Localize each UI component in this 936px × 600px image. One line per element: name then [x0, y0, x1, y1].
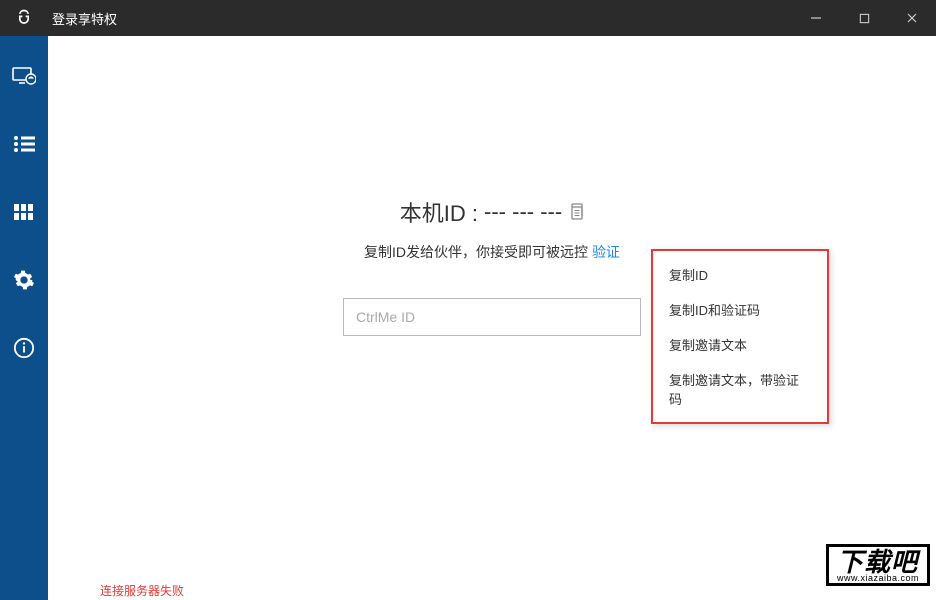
- context-menu: 复制ID 复制ID和验证码 复制邀请文本 复制邀请文本，带验证码: [651, 249, 829, 424]
- watermark: 下载吧 www.xiazaiba.com: [826, 544, 930, 586]
- local-id-value: --- --- ---: [484, 199, 562, 225]
- local-id-line: 本机ID : --- --- ---: [192, 196, 792, 228]
- context-item-copy-invite[interactable]: 复制邀请文本: [653, 327, 827, 362]
- app-logo: [0, 8, 48, 28]
- remote-id-input[interactable]: [343, 298, 641, 336]
- local-id-label: 本机ID :: [400, 196, 478, 228]
- minimize-button[interactable]: [792, 0, 840, 36]
- status-text: 连接服务器失败: [100, 582, 184, 599]
- verify-link[interactable]: 验证: [592, 244, 620, 260]
- status-bar: 连接服务器失败: [96, 580, 936, 600]
- sidebar-item-list[interactable]: [0, 128, 48, 160]
- titlebar: 登录享特权: [0, 0, 936, 36]
- description-text: 复制ID发给伙伴，你接受即可被远控: [364, 244, 592, 260]
- sidebar-item-settings[interactable]: [0, 264, 48, 296]
- sidebar-item-info[interactable]: [0, 332, 48, 364]
- sidebar-item-remote[interactable]: [0, 60, 48, 92]
- watermark-brand: 下载吧: [837, 549, 919, 575]
- close-button[interactable]: [888, 0, 936, 36]
- maximize-button[interactable]: [840, 0, 888, 36]
- window-title: 登录享特权: [48, 9, 792, 28]
- context-item-copy-id[interactable]: 复制ID: [653, 257, 827, 292]
- content-area: 本机ID : --- --- --- 复制ID发给伙伴，你接受即可被远控 验证 …: [48, 36, 936, 600]
- context-item-copy-invite-code[interactable]: 复制邀请文本，带验证码: [653, 362, 827, 416]
- sidebar: [0, 36, 48, 600]
- context-item-copy-id-code[interactable]: 复制ID和验证码: [653, 292, 827, 327]
- copy-icon[interactable]: [568, 203, 584, 221]
- watermark-url: www.xiazaiba.com: [837, 573, 919, 583]
- sidebar-item-grid[interactable]: [0, 196, 48, 228]
